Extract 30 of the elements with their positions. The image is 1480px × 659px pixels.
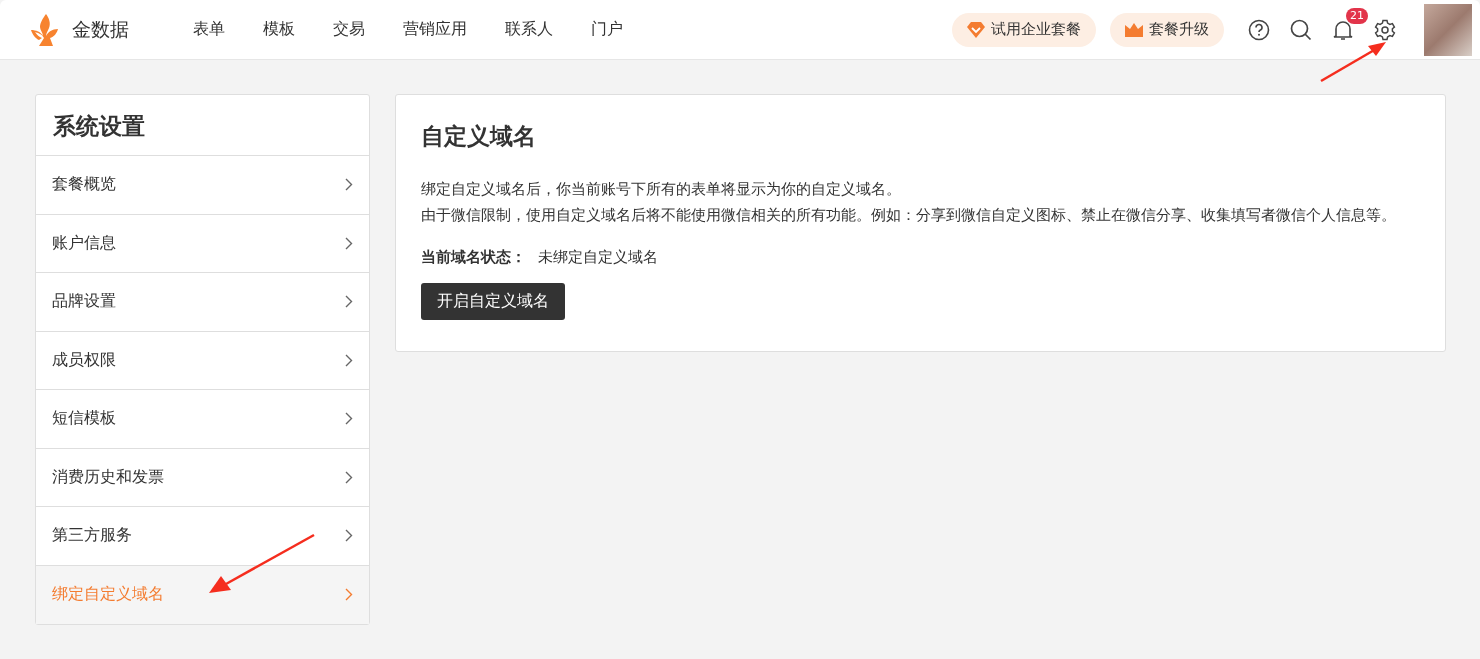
nav-tab[interactable]: 交易 — [333, 15, 365, 44]
trial-plan-button[interactable]: 试用企业套餐 — [952, 12, 1096, 47]
chevron-right-icon — [345, 178, 353, 192]
nav-tab[interactable]: 表单 — [193, 15, 225, 44]
chevron-right-icon — [345, 295, 353, 309]
crown-icon — [1125, 22, 1143, 37]
chevron-right-icon — [345, 412, 353, 426]
settings-icon[interactable] — [1374, 18, 1396, 41]
brand-name: 金数据 — [72, 16, 129, 42]
chevron-right-icon — [345, 588, 353, 602]
upgrade-plan-button[interactable]: 套餐升级 — [1110, 12, 1224, 47]
status-label: 当前域名状态： — [421, 248, 526, 267]
notification-badge: 21 — [1346, 7, 1368, 24]
status-value: 未绑定自定义域名 — [538, 248, 658, 267]
chevron-right-icon — [345, 470, 353, 484]
help-icon[interactable] — [1248, 18, 1270, 41]
chevron-right-icon — [345, 236, 353, 250]
bell-icon[interactable] — [1332, 18, 1354, 41]
description-text: 由于微信限制，使用自定义域名后将不能使用微信相关的所有功能。例如：分享到微信自定义图标、禁止在微信分享、收集填写者微信个人信息等。 — [421, 205, 1397, 226]
search-icon[interactable] — [1290, 18, 1312, 41]
chevron-right-icon — [345, 353, 353, 367]
page-title: 自定义域名 — [421, 122, 537, 151]
diamond-icon — [967, 21, 985, 38]
enable-domain-button[interactable]: 开启自定义域名 — [421, 283, 565, 320]
nav-tab[interactable]: 门户 — [591, 15, 623, 44]
nav-tab[interactable]: 营销应用 — [403, 15, 467, 44]
nav-tab[interactable]: 模板 — [263, 15, 295, 44]
chevron-right-icon — [345, 529, 353, 543]
description-text: 绑定自定义域名后，你当前账号下所有的表单将显示为你的自定义域名。 — [421, 179, 902, 200]
nav-tab[interactable]: 联系人 — [505, 15, 553, 44]
